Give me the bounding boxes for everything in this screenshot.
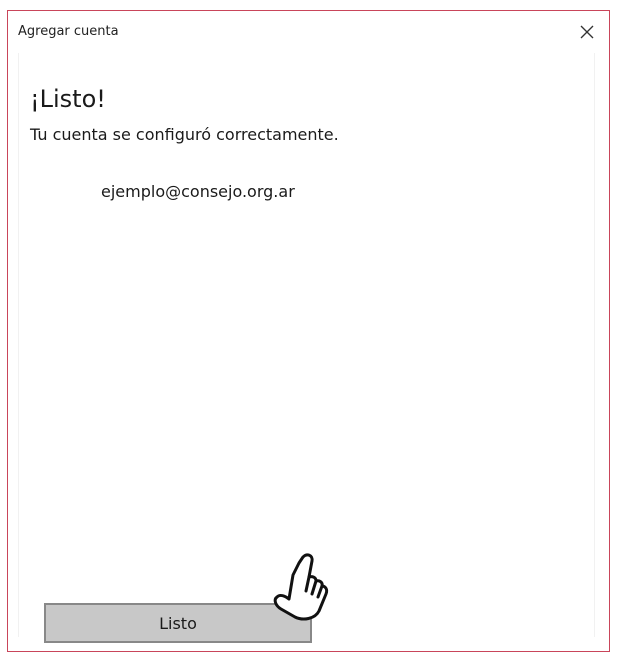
title-bar: Agregar cuenta: [8, 11, 609, 53]
account-email: ejemplo@consejo.org.ar: [101, 182, 295, 201]
done-button[interactable]: Listo: [44, 603, 312, 643]
dialog-content: ¡Listo! Tu cuenta se configuró correctam…: [18, 53, 595, 643]
close-icon: [580, 25, 594, 39]
success-message: Tu cuenta se configuró correctamente.: [30, 125, 339, 144]
close-button[interactable]: [565, 11, 609, 53]
success-heading: ¡Listo!: [30, 85, 106, 113]
dialog-title: Agregar cuenta: [18, 24, 119, 39]
add-account-dialog: Agregar cuenta ¡Listo! Tu cuenta se conf…: [7, 10, 610, 652]
